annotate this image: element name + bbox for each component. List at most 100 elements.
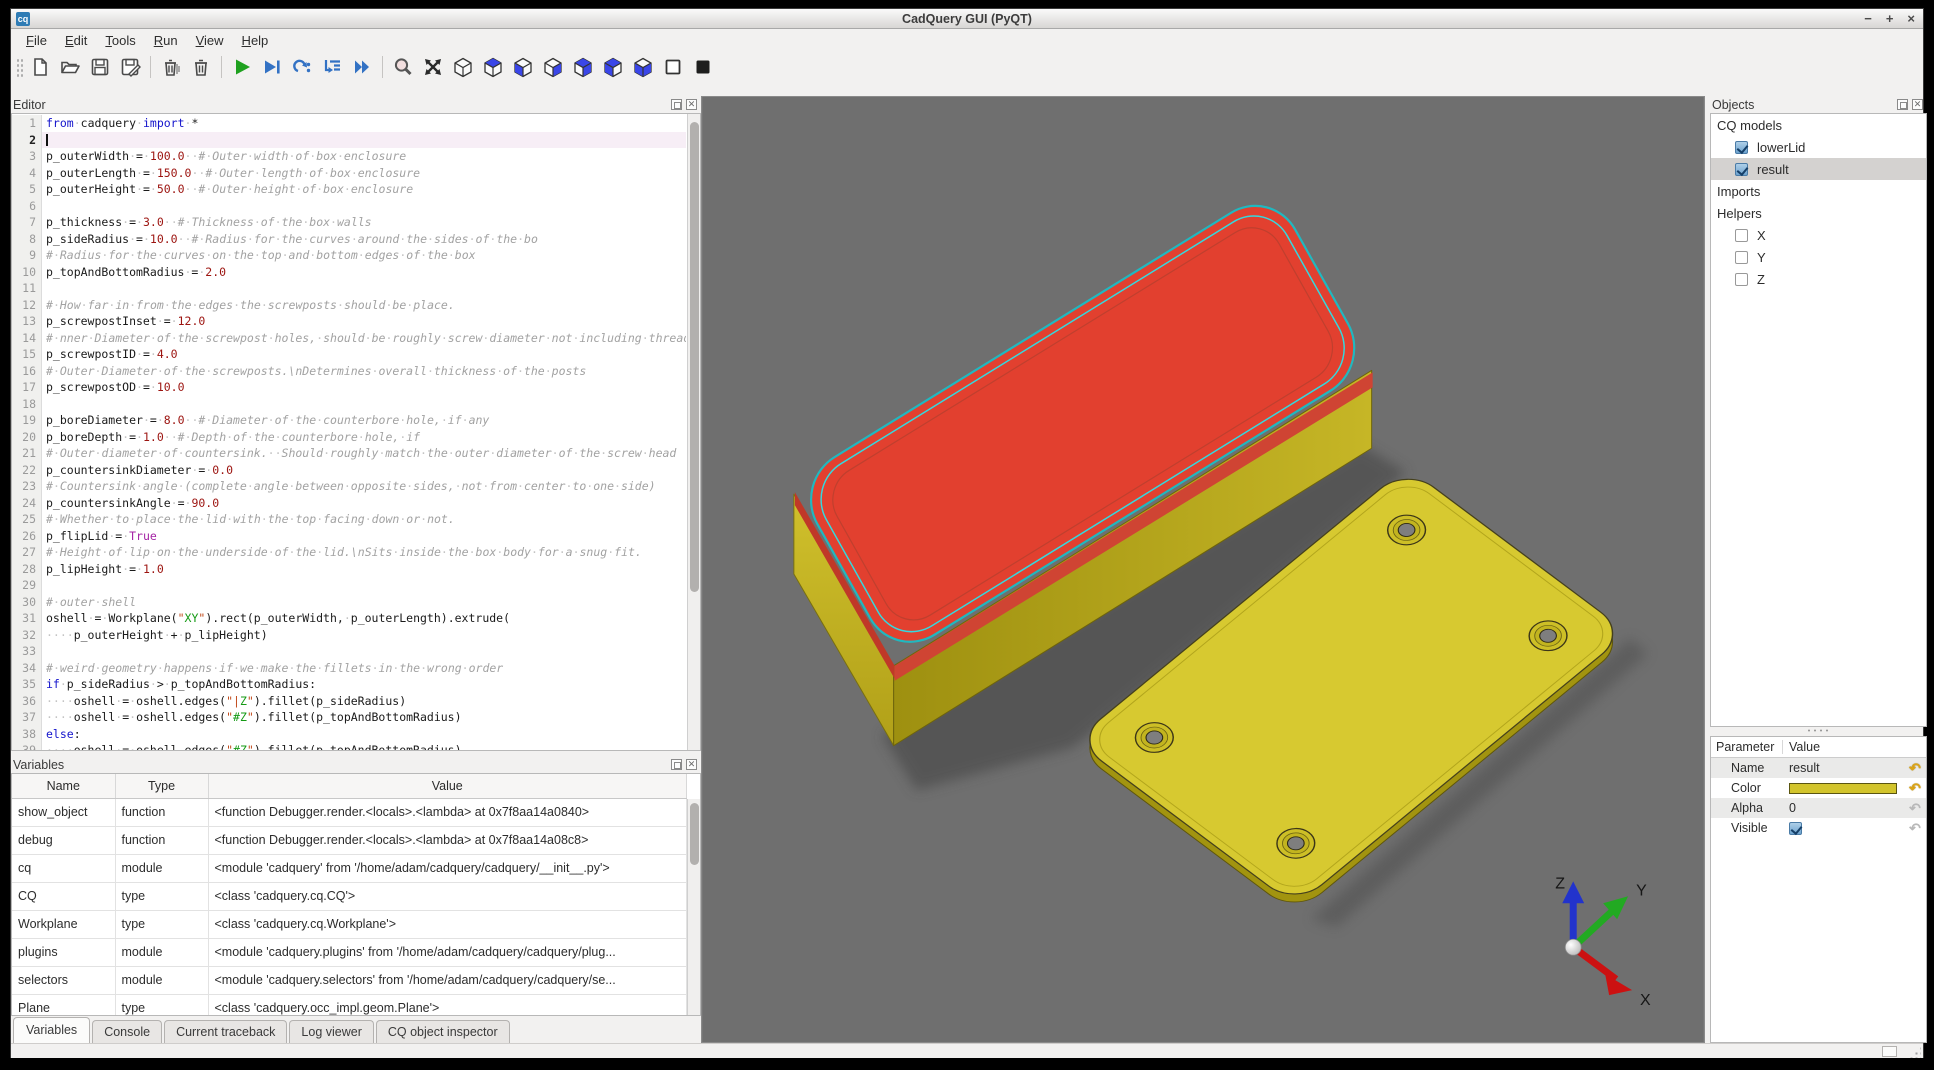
cube-view-7-button[interactable] bbox=[628, 53, 658, 81]
tree-item-cq-models[interactable]: CQ models bbox=[1711, 114, 1926, 136]
titlebar[interactable]: cq CadQuery GUI (PyQT) − + × bbox=[11, 9, 1923, 29]
z-axis-label: Z bbox=[1555, 875, 1565, 892]
run-script-button[interactable] bbox=[227, 53, 257, 81]
variable-row[interactable]: Workplanetype<class 'cadquery.cq.Workpla… bbox=[12, 910, 687, 938]
variables-scrollbar-thumb[interactable] bbox=[690, 803, 699, 865]
wireframe-view-button[interactable] bbox=[658, 53, 688, 81]
tree-item-lowerlid[interactable]: lowerLid bbox=[1711, 136, 1926, 158]
variable-row[interactable]: cqmodule<module 'cadquery' from '/home/a… bbox=[12, 854, 687, 882]
unchecked-checkbox[interactable] bbox=[1735, 273, 1748, 286]
tab-log-viewer[interactable]: Log viewer bbox=[289, 1020, 373, 1044]
continue-button[interactable] bbox=[347, 53, 377, 81]
code-line: 25#·Whether·to·place·the·lid·with·the·to… bbox=[12, 511, 686, 528]
variable-row[interactable]: show_objectfunction<function Debugger.re… bbox=[12, 798, 687, 826]
editor-float-button[interactable] bbox=[671, 99, 682, 110]
resize-grip[interactable] bbox=[1909, 1046, 1921, 1058]
cube-view-1-button[interactable] bbox=[448, 53, 478, 81]
tree-item-helpers[interactable]: Helpers bbox=[1711, 202, 1926, 224]
variable-row[interactable]: pluginsmodule<module 'cadquery.plugins' … bbox=[12, 938, 687, 966]
3d-viewport[interactable]: Z Y X bbox=[701, 96, 1705, 1043]
code-line: 34#·weird·geometry·happens·if·we·make·th… bbox=[12, 660, 686, 677]
step-into-icon bbox=[321, 56, 343, 78]
tree-item-y[interactable]: Y bbox=[1711, 246, 1926, 268]
editor-scrollbar[interactable] bbox=[687, 114, 700, 750]
tab-variables[interactable]: Variables bbox=[13, 1017, 90, 1044]
step-button[interactable] bbox=[287, 53, 317, 81]
objects-float-button[interactable] bbox=[1897, 99, 1908, 110]
tab-console[interactable]: Console bbox=[92, 1020, 162, 1044]
parameter-row-alpha[interactable]: Alpha0↶ bbox=[1711, 798, 1926, 818]
status-bar-button[interactable] bbox=[1882, 1046, 1897, 1057]
variable-row[interactable]: debugfunction<function Debugger.render.<… bbox=[12, 826, 687, 854]
menu-item-edit[interactable]: Edit bbox=[56, 31, 96, 50]
cube-view-2-button[interactable] bbox=[478, 53, 508, 81]
undo-icon[interactable]: ↶ bbox=[1906, 760, 1924, 777]
color-swatch[interactable] bbox=[1789, 783, 1897, 794]
debug-run-button[interactable] bbox=[257, 53, 287, 81]
menu-item-view[interactable]: View bbox=[187, 31, 233, 50]
save-button[interactable] bbox=[85, 53, 115, 81]
undo-icon: ↶ bbox=[1906, 800, 1924, 817]
cube-view-6-button[interactable] bbox=[598, 53, 628, 81]
continue-icon bbox=[351, 56, 373, 78]
variables-panel-header: Variables ✕ bbox=[11, 756, 701, 773]
undo-icon[interactable]: ↶ bbox=[1906, 780, 1924, 797]
variables-float-button[interactable] bbox=[671, 759, 682, 770]
objects-close-button[interactable]: ✕ bbox=[1912, 99, 1923, 110]
minimize-button[interactable]: − bbox=[1864, 9, 1872, 29]
toolbar-drag-handle[interactable] bbox=[15, 57, 23, 77]
delete-temp-button[interactable] bbox=[156, 53, 186, 81]
parameter-row-color[interactable]: Color↶ bbox=[1711, 778, 1926, 798]
editor-scrollbar-thumb[interactable] bbox=[690, 122, 699, 592]
new-file-button[interactable] bbox=[25, 53, 55, 81]
unchecked-checkbox[interactable] bbox=[1735, 251, 1748, 264]
cube-view-4-button[interactable] bbox=[538, 53, 568, 81]
tree-item-x[interactable]: X bbox=[1711, 224, 1926, 246]
fit-view-button[interactable] bbox=[418, 53, 448, 81]
tree-item-result[interactable]: result bbox=[1711, 158, 1926, 180]
variables-scrollbar[interactable] bbox=[687, 799, 700, 1016]
clear-button[interactable] bbox=[186, 53, 216, 81]
menu-item-file[interactable]: File bbox=[17, 31, 56, 50]
checked-checkbox[interactable] bbox=[1735, 163, 1748, 176]
variables-column-header[interactable]: Value bbox=[208, 774, 687, 798]
code-line: 30#·outer·shell bbox=[12, 594, 686, 611]
code-line: 26p_flipLid·=·True bbox=[12, 528, 686, 545]
checked-checkbox[interactable] bbox=[1735, 141, 1748, 154]
visible-checkbox[interactable] bbox=[1789, 822, 1802, 835]
variables-column-header[interactable]: Name bbox=[12, 774, 115, 798]
zoom-fit-button[interactable] bbox=[388, 53, 418, 81]
cube-view-3-icon bbox=[512, 56, 534, 78]
menu-item-run[interactable]: Run bbox=[145, 31, 187, 50]
open-file-button[interactable] bbox=[55, 53, 85, 81]
save-as-button[interactable] bbox=[115, 53, 145, 81]
variables-close-button[interactable]: ✕ bbox=[686, 759, 697, 770]
unchecked-checkbox[interactable] bbox=[1735, 229, 1748, 242]
close-button[interactable]: × bbox=[1907, 9, 1915, 29]
variable-row[interactable]: selectorsmodule<module 'cadquery.selecto… bbox=[12, 966, 687, 994]
menu-item-tools[interactable]: Tools bbox=[96, 31, 144, 50]
editor-close-button[interactable]: ✕ bbox=[686, 99, 697, 110]
panel-splitter[interactable] bbox=[1806, 728, 1832, 733]
cube-view-5-button[interactable] bbox=[568, 53, 598, 81]
variable-row[interactable]: Planetype<class 'cadquery.occ_impl.geom.… bbox=[12, 994, 687, 1016]
code-line: 20p_boreDepth·=·1.0··#·Depth·of·the·coun… bbox=[12, 429, 686, 446]
step-into-button[interactable] bbox=[317, 53, 347, 81]
tree-item-z[interactable]: Z bbox=[1711, 268, 1926, 290]
variable-row[interactable]: CQtype<class 'cadquery.cq.CQ'> bbox=[12, 882, 687, 910]
code-line: 38else: bbox=[12, 726, 686, 743]
shaded-view-button[interactable] bbox=[688, 53, 718, 81]
variables-column-header[interactable]: Type bbox=[115, 774, 208, 798]
parameter-value: result bbox=[1783, 761, 1906, 775]
tab-cq-object-inspector[interactable]: CQ object inspector bbox=[376, 1020, 510, 1044]
menu-item-help[interactable]: Help bbox=[233, 31, 278, 50]
maximize-button[interactable]: + bbox=[1886, 9, 1894, 29]
code-editor[interactable]: 1from·cadquery·import·*23p_outerWidth·=·… bbox=[11, 113, 701, 751]
parameter-value: 0 bbox=[1783, 801, 1906, 815]
parameter-row-visible[interactable]: Visible↶ bbox=[1711, 818, 1926, 838]
new-file-icon bbox=[29, 56, 51, 78]
tab-current-traceback[interactable]: Current traceback bbox=[164, 1020, 287, 1044]
cube-view-3-button[interactable] bbox=[508, 53, 538, 81]
tree-item-imports[interactable]: Imports bbox=[1711, 180, 1926, 202]
parameter-row-name[interactable]: Nameresult↶ bbox=[1711, 758, 1926, 778]
